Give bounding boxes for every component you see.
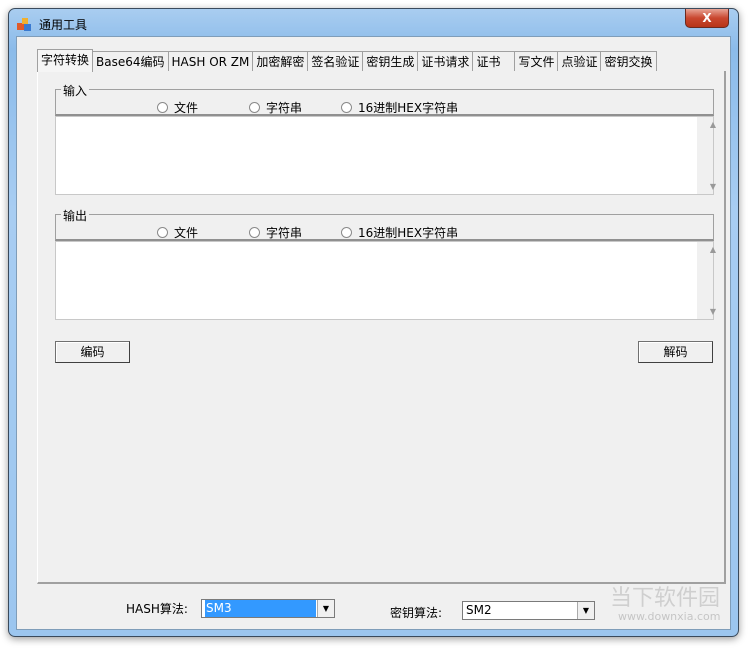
input-group: 文件 字符串 16进制HEX字符串 输入 ▲ ▼: [55, 82, 716, 195]
tab-cert-request[interactable]: 证书请求: [418, 51, 474, 72]
output-group-label: 输出: [61, 207, 90, 224]
tab-point-verify[interactable]: 点验证: [558, 51, 602, 72]
chevron-down-icon[interactable]: ▼: [317, 600, 334, 617]
hash-algorithm-label: HASH算法:: [126, 602, 188, 616]
app-window: 通用工具 X 字符转换 Base64编码 HASH OR ZM 加密解密 签名验…: [8, 8, 739, 637]
input-group-label: 输入: [61, 82, 90, 99]
output-radio-file[interactable]: 文件: [157, 224, 198, 241]
hash-algorithm-select[interactable]: SM3 ▼: [201, 599, 335, 618]
tab-encrypt-decrypt[interactable]: 加密解密: [253, 51, 309, 72]
decode-button[interactable]: 解码: [638, 341, 713, 363]
tab-sign-verify[interactable]: 签名验证: [308, 51, 364, 72]
key-algorithm-select[interactable]: SM2 ▼: [462, 601, 595, 620]
input-radio-string[interactable]: 字符串: [249, 99, 302, 116]
watermark: 当下软件园: [610, 586, 721, 611]
input-radio-hex[interactable]: 16进制HEX字符串: [341, 99, 458, 116]
output-textarea[interactable]: ▲ ▼: [55, 241, 716, 320]
tab-key-exchange[interactable]: 密钥交换: [601, 51, 657, 72]
window-title: 通用工具: [39, 18, 88, 32]
tab-base64[interactable]: Base64编码: [93, 51, 169, 72]
tab-strip: 字符转换 Base64编码 HASH OR ZM 加密解密 签名验证 密钥生成 …: [37, 49, 657, 72]
chevron-down-icon[interactable]: ▼: [577, 602, 594, 619]
tab-cert[interactable]: 证书: [473, 51, 516, 72]
tab-write-file[interactable]: 写文件: [515, 51, 559, 72]
app-icon: [17, 18, 31, 31]
output-radio-string[interactable]: 字符串: [249, 224, 302, 241]
output-group: 文件 字符串 16进制HEX字符串 输出 ▲ ▼: [55, 207, 716, 320]
input-textarea[interactable]: ▲ ▼: [55, 116, 716, 195]
output-radio-hex[interactable]: 16进制HEX字符串: [341, 224, 458, 241]
tab-char-convert[interactable]: 字符转换: [37, 49, 94, 72]
tab-key-gen[interactable]: 密钥生成: [363, 51, 419, 72]
input-radio-file[interactable]: 文件: [157, 99, 198, 116]
client-area: 字符转换 Base64编码 HASH OR ZM 加密解密 签名验证 密钥生成 …: [16, 36, 731, 630]
encode-button[interactable]: 编码: [55, 341, 130, 363]
tab-hash[interactable]: HASH OR ZM: [168, 51, 254, 72]
key-algorithm-label: 密钥算法:: [390, 606, 443, 620]
watermark-url: www.downxia.com: [618, 610, 721, 623]
input-scrollbar[interactable]: ▲ ▼: [697, 117, 716, 194]
close-button[interactable]: X: [685, 9, 729, 28]
output-scrollbar[interactable]: ▲ ▼: [697, 242, 716, 319]
